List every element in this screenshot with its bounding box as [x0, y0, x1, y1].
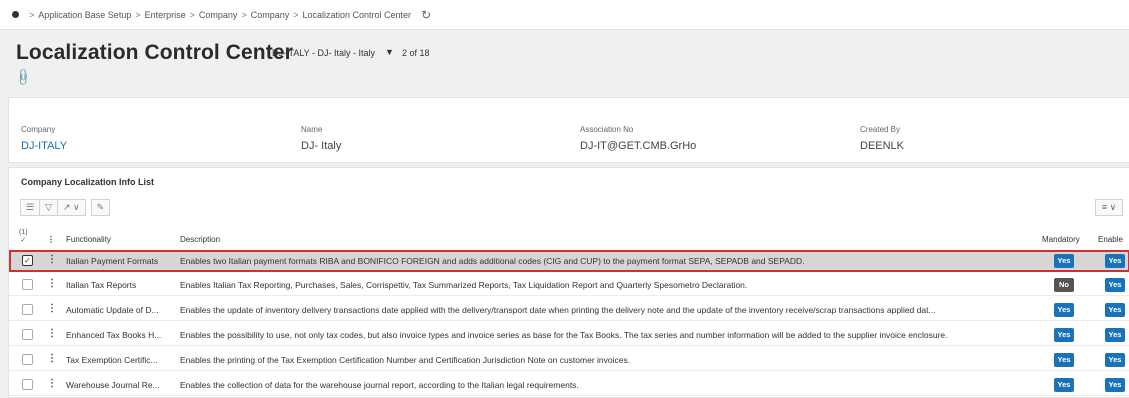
row-functionality: Enhanced Tax Books H... [66, 330, 162, 340]
created-by-field: Created By DEENLK [860, 125, 904, 152]
list-title: Company Localization Info List [21, 177, 155, 187]
row-menu-icon[interactable]: ⋮ [47, 378, 57, 389]
filter-icon[interactable]: ▽ [39, 199, 58, 216]
selection-count[interactable]: (1) ✓ [19, 229, 28, 245]
row-checkbox[interactable] [22, 304, 33, 315]
mandatory-badge: Yes [1054, 328, 1074, 342]
page-title: Localization Control Center [16, 41, 293, 64]
row-description: Enables the update of inventory delivery… [180, 305, 936, 315]
column-functionality[interactable]: Functionality [66, 235, 111, 244]
row-menu-icon[interactable]: ⋮ [47, 303, 57, 314]
column-options-icon[interactable]: ⋮ [47, 235, 55, 244]
row-functionality: Warehouse Journal Re... [66, 380, 160, 390]
enabled-badge: Yes [1105, 254, 1125, 268]
row-functionality: Automatic Update of D... [66, 305, 159, 315]
row-menu-icon[interactable]: ⋮ [47, 278, 57, 289]
name-value: DJ- Italy [301, 140, 342, 152]
table-header: (1) ✓ ⋮ Functionality Description Mandato… [9, 228, 1129, 250]
company-field: Company DJ-ITALY [21, 125, 67, 152]
table-row[interactable]: ⋮ Warehouse Journal Re... Enables the co… [9, 374, 1129, 396]
enabled-badge: Yes [1105, 378, 1125, 392]
mandatory-badge: Yes [1054, 353, 1074, 367]
table-row[interactable]: ✓ ⋮ Italian Payment Formats Enables two … [9, 250, 1129, 272]
breadcrumb-item[interactable]: Enterprise [145, 10, 186, 20]
name-field: Name DJ- Italy [301, 125, 341, 152]
row-checkbox[interactable] [22, 279, 33, 290]
breadcrumb-item[interactable]: Application Base Setup [38, 10, 131, 20]
record-selector[interactable]: DJ-ITALY - DJ- Italy - Italy [272, 48, 375, 58]
mandatory-badge: Yes [1054, 303, 1074, 317]
association-value: DJ-IT@GET.CMB.GrHo [580, 140, 697, 152]
name-label: Name [301, 125, 323, 134]
enabled-badge: Yes [1105, 303, 1125, 317]
row-menu-icon[interactable]: ⋮ [47, 353, 57, 364]
table-row[interactable]: ⋮ Italian Tax Reports Enables Italian Ta… [9, 274, 1129, 296]
enabled-badge: Yes [1105, 328, 1125, 342]
table-row[interactable]: ⋮ Enhanced Tax Books H... Enables the po… [9, 324, 1129, 346]
company-link[interactable]: DJ-ITALY [21, 140, 67, 152]
edit-icon[interactable]: ✎ [90, 199, 111, 216]
localization-list-card: Company Localization Info List ☰ ▽ ↗ ∨ ✎… [8, 167, 1129, 398]
row-description: Enables the collection of data for the w… [180, 380, 579, 390]
breadcrumb-item-current: Localization Control Center [302, 9, 412, 20]
breadcrumb-separator: > [29, 9, 35, 20]
breadcrumb-separator: > [135, 9, 141, 20]
multi-select-icon[interactable]: ☰ [20, 199, 41, 216]
row-functionality: Tax Exemption Certific... [66, 355, 158, 365]
row-description: Enables the possibility to use, not only… [180, 330, 948, 340]
column-description[interactable]: Description [180, 235, 220, 244]
company-header-card: Company DJ-ITALY Name DJ- Italy Associat… [8, 97, 1129, 163]
row-checkbox[interactable] [22, 379, 33, 390]
row-checkbox[interactable] [22, 354, 33, 365]
breadcrumb-separator: > [189, 9, 195, 20]
record-count: 2 of 18 [402, 48, 430, 58]
row-description: Enables Italian Tax Reporting, Purchases… [180, 280, 748, 290]
column-mandatory[interactable]: Mandatory [1042, 235, 1080, 244]
association-label: Association No [580, 125, 634, 134]
breadcrumb-item[interactable]: Company [251, 10, 290, 20]
created-by-label: Created By [860, 125, 901, 134]
row-menu-icon[interactable]: ⋮ [47, 328, 57, 339]
navigator-dot-icon[interactable] [12, 11, 19, 18]
breadcrumb-item[interactable]: Company [199, 10, 238, 20]
column-enabled[interactable]: Enable [1098, 235, 1123, 244]
refresh-icon[interactable]: ↻ [421, 8, 431, 22]
mandatory-badge: Yes [1054, 254, 1074, 268]
mandatory-badge: No [1054, 278, 1074, 292]
created-by-value: DEENLK [860, 140, 905, 152]
enabled-badge: Yes [1105, 278, 1125, 292]
enabled-badge: Yes [1105, 353, 1125, 367]
caret-down-icon[interactable]: ▼ [385, 47, 394, 57]
company-label: Company [21, 125, 56, 134]
row-description: Enables two Italian payment formats RIBA… [180, 256, 805, 266]
mandatory-badge: Yes [1054, 378, 1074, 392]
table-row[interactable]: ⋮ Automatic Update of D... Enables the u… [9, 299, 1129, 321]
row-functionality: Italian Payment Formats [66, 256, 159, 266]
export-dropdown-icon[interactable]: ↗ ∨ [57, 199, 86, 216]
breadcrumb: > Application Base Setup > Enterprise > … [0, 0, 1129, 30]
attachment-icon[interactable]: 📎 [13, 67, 33, 87]
list-toolbar: ☰ ▽ ↗ ∨ ✎ [20, 199, 111, 216]
row-checkbox[interactable] [22, 329, 33, 340]
page-header: Localization Control Center DJ-ITALY - D… [0, 30, 1129, 94]
row-description: Enables the printing of the Tax Exemptio… [180, 355, 631, 365]
row-functionality: Italian Tax Reports [66, 280, 137, 290]
association-field: Association No DJ-IT@GET.CMB.GrHo [580, 125, 696, 152]
table-view-menu-icon[interactable]: ≡ ∨ [1095, 199, 1123, 216]
table-row[interactable]: ⋮ Tax Exemption Certific... Enables the … [9, 349, 1129, 371]
toolbar-group: ☰ ▽ ↗ ∨ [20, 199, 86, 216]
breadcrumb-separator: > [293, 9, 299, 20]
breadcrumb-separator: > [241, 9, 247, 20]
row-menu-icon[interactable]: ⋮ [47, 254, 57, 265]
row-checkbox[interactable]: ✓ [22, 255, 33, 266]
